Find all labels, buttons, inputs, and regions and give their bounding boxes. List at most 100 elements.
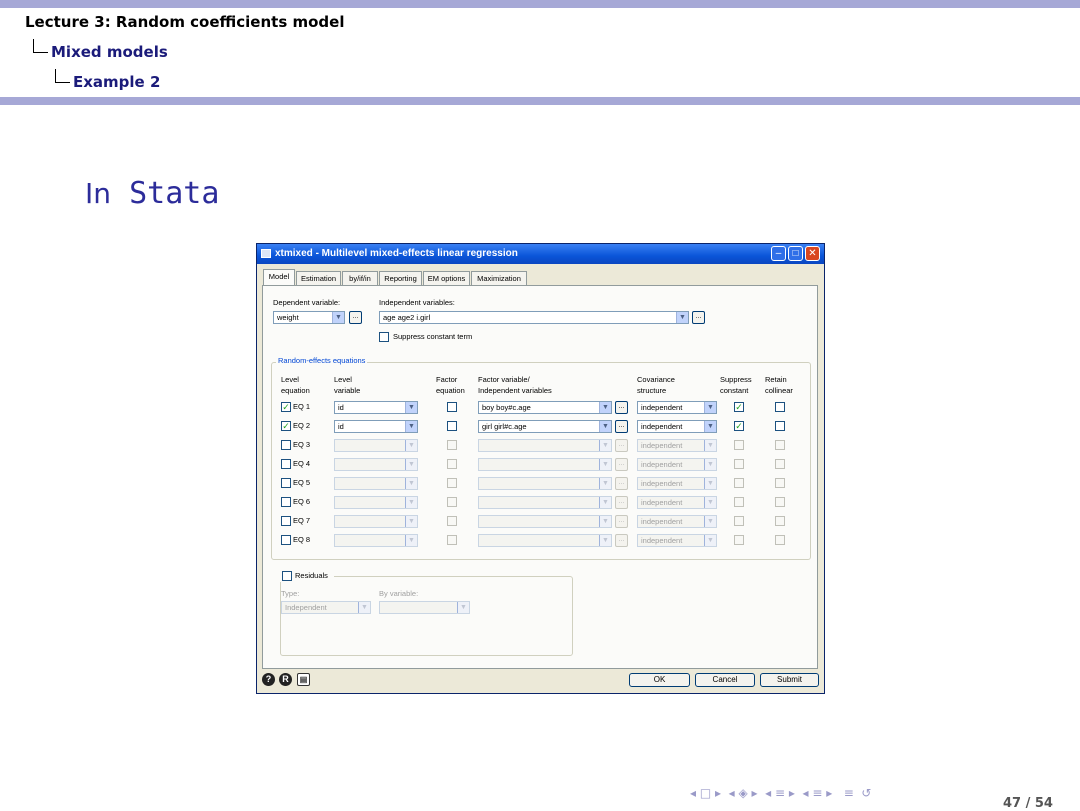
help-icon[interactable]: ?: [262, 673, 275, 686]
residuals-type-combo[interactable]: Independent ▼: [281, 601, 371, 614]
chevron-down-icon[interactable]: ▼: [599, 497, 611, 508]
retain-collinear-checkbox[interactable]: [775, 516, 785, 526]
equation-enable-checkbox[interactable]: [281, 497, 291, 507]
equation-enable-checkbox[interactable]: [281, 516, 291, 526]
factor-equation-checkbox[interactable]: [447, 421, 457, 431]
tab-estimation[interactable]: Estimation: [296, 271, 341, 285]
chevron-down-icon[interactable]: ▼: [405, 459, 417, 470]
level-variable-combo[interactable]: ▼: [334, 496, 418, 509]
factor-variables-browse-button[interactable]: ...: [615, 420, 628, 433]
covariance-structure-combo[interactable]: independent ▼: [637, 420, 717, 433]
chevron-down-icon[interactable]: ▼: [704, 421, 716, 432]
chevron-down-icon[interactable]: ▼: [676, 312, 688, 323]
equation-enable-checkbox[interactable]: ✓: [281, 402, 291, 412]
covariance-structure-combo[interactable]: independent ▼: [637, 496, 717, 509]
dependent-variable-browse-button[interactable]: ...: [349, 311, 362, 324]
factor-variables-combo[interactable]: ▼: [478, 496, 612, 509]
factor-equation-checkbox[interactable]: [447, 535, 457, 545]
independent-variables-combo[interactable]: age age2 i.girl ▼: [379, 311, 689, 324]
chevron-down-icon[interactable]: ▼: [704, 535, 716, 546]
equation-enable-checkbox[interactable]: ✓: [281, 421, 291, 431]
chevron-down-icon[interactable]: ▼: [704, 459, 716, 470]
covariance-structure-combo[interactable]: independent ▼: [637, 439, 717, 452]
factor-equation-checkbox[interactable]: [447, 402, 457, 412]
retain-collinear-checkbox[interactable]: [775, 535, 785, 545]
chevron-down-icon[interactable]: ▼: [599, 421, 611, 432]
reset-icon[interactable]: R: [279, 673, 292, 686]
retain-collinear-checkbox[interactable]: [775, 459, 785, 469]
equation-enable-checkbox[interactable]: [281, 440, 291, 450]
factor-equation-checkbox[interactable]: [447, 497, 457, 507]
covariance-structure-combo[interactable]: independent ▼: [637, 401, 717, 414]
chevron-down-icon[interactable]: ▼: [358, 602, 370, 613]
retain-collinear-checkbox[interactable]: [775, 497, 785, 507]
copy-command-icon[interactable]: ▤: [297, 673, 310, 686]
suppress-constant-eq-checkbox[interactable]: ✓: [734, 421, 744, 431]
cancel-button[interactable]: Cancel: [695, 673, 755, 687]
covariance-structure-combo[interactable]: independent ▼: [637, 477, 717, 490]
chevron-down-icon[interactable]: ▼: [704, 497, 716, 508]
ok-button[interactable]: OK: [629, 673, 690, 687]
chevron-down-icon[interactable]: ▼: [704, 440, 716, 451]
factor-equation-checkbox[interactable]: [447, 459, 457, 469]
covariance-structure-combo[interactable]: independent ▼: [637, 458, 717, 471]
retain-collinear-checkbox[interactable]: [775, 440, 785, 450]
chevron-down-icon[interactable]: ▼: [405, 440, 417, 451]
chevron-down-icon[interactable]: ▼: [599, 478, 611, 489]
level-variable-combo[interactable]: id ▼: [334, 420, 418, 433]
factor-variables-combo[interactable]: girl girl#c.age ▼: [478, 420, 612, 433]
chevron-down-icon[interactable]: ▼: [405, 535, 417, 546]
chevron-down-icon[interactable]: ▼: [599, 402, 611, 413]
factor-variables-combo[interactable]: ▼: [478, 458, 612, 471]
suppress-constant-eq-checkbox[interactable]: [734, 497, 744, 507]
minimize-icon[interactable]: –: [771, 246, 786, 261]
factor-variables-browse-button[interactable]: ...: [615, 477, 628, 490]
factor-variables-browse-button[interactable]: ...: [615, 439, 628, 452]
factor-variables-combo[interactable]: boy boy#c.age ▼: [478, 401, 612, 414]
dependent-variable-combo[interactable]: weight ▼: [273, 311, 345, 324]
equation-enable-checkbox[interactable]: [281, 459, 291, 469]
chevron-down-icon[interactable]: ▼: [405, 421, 417, 432]
covariance-structure-combo[interactable]: independent ▼: [637, 515, 717, 528]
suppress-constant-eq-checkbox[interactable]: [734, 535, 744, 545]
tab-reporting[interactable]: Reporting: [379, 271, 422, 285]
factor-variables-browse-button[interactable]: ...: [615, 534, 628, 547]
suppress-constant-eq-checkbox[interactable]: [734, 478, 744, 488]
tab-maximization[interactable]: Maximization: [471, 271, 527, 285]
suppress-constant-eq-checkbox[interactable]: [734, 459, 744, 469]
factor-equation-checkbox[interactable]: [447, 440, 457, 450]
tab-by-if-in[interactable]: by/if/in: [342, 271, 378, 285]
level-variable-combo[interactable]: ▼: [334, 439, 418, 452]
suppress-constant-checkbox[interactable]: [379, 332, 389, 342]
chevron-down-icon[interactable]: ▼: [599, 516, 611, 527]
equation-enable-checkbox[interactable]: [281, 535, 291, 545]
chevron-down-icon[interactable]: ▼: [704, 478, 716, 489]
chevron-down-icon[interactable]: ▼: [405, 497, 417, 508]
tab-em-options[interactable]: EM options: [423, 271, 470, 285]
close-icon[interactable]: ✕: [805, 246, 820, 261]
factor-variables-combo[interactable]: ▼: [478, 477, 612, 490]
submit-button[interactable]: Submit: [760, 673, 819, 687]
suppress-constant-eq-checkbox[interactable]: ✓: [734, 402, 744, 412]
beamer-nav-icons[interactable]: ◂ □ ▸ ◂ ◈ ▸ ◂ ≡ ▸ ◂ ≡ ▸ ≡ ↺: [690, 786, 871, 800]
retain-collinear-checkbox[interactable]: [775, 402, 785, 412]
level-variable-combo[interactable]: ▼: [334, 534, 418, 547]
factor-variables-browse-button[interactable]: ...: [615, 458, 628, 471]
chevron-down-icon[interactable]: ▼: [704, 402, 716, 413]
chevron-down-icon[interactable]: ▼: [405, 516, 417, 527]
level-variable-combo[interactable]: ▼: [334, 477, 418, 490]
factor-variables-combo[interactable]: ▼: [478, 439, 612, 452]
level-variable-combo[interactable]: ▼: [334, 515, 418, 528]
chevron-down-icon[interactable]: ▼: [332, 312, 344, 323]
tab-model[interactable]: Model: [263, 269, 295, 286]
factor-variables-browse-button[interactable]: ...: [615, 496, 628, 509]
factor-equation-checkbox[interactable]: [447, 478, 457, 488]
residuals-by-combo[interactable]: ▼: [379, 601, 470, 614]
chevron-down-icon[interactable]: ▼: [599, 535, 611, 546]
chevron-down-icon[interactable]: ▼: [405, 402, 417, 413]
level-variable-combo[interactable]: ▼: [334, 458, 418, 471]
chevron-down-icon[interactable]: ▼: [599, 440, 611, 451]
equation-enable-checkbox[interactable]: [281, 478, 291, 488]
suppress-constant-eq-checkbox[interactable]: [734, 440, 744, 450]
factor-variables-browse-button[interactable]: ...: [615, 401, 628, 414]
